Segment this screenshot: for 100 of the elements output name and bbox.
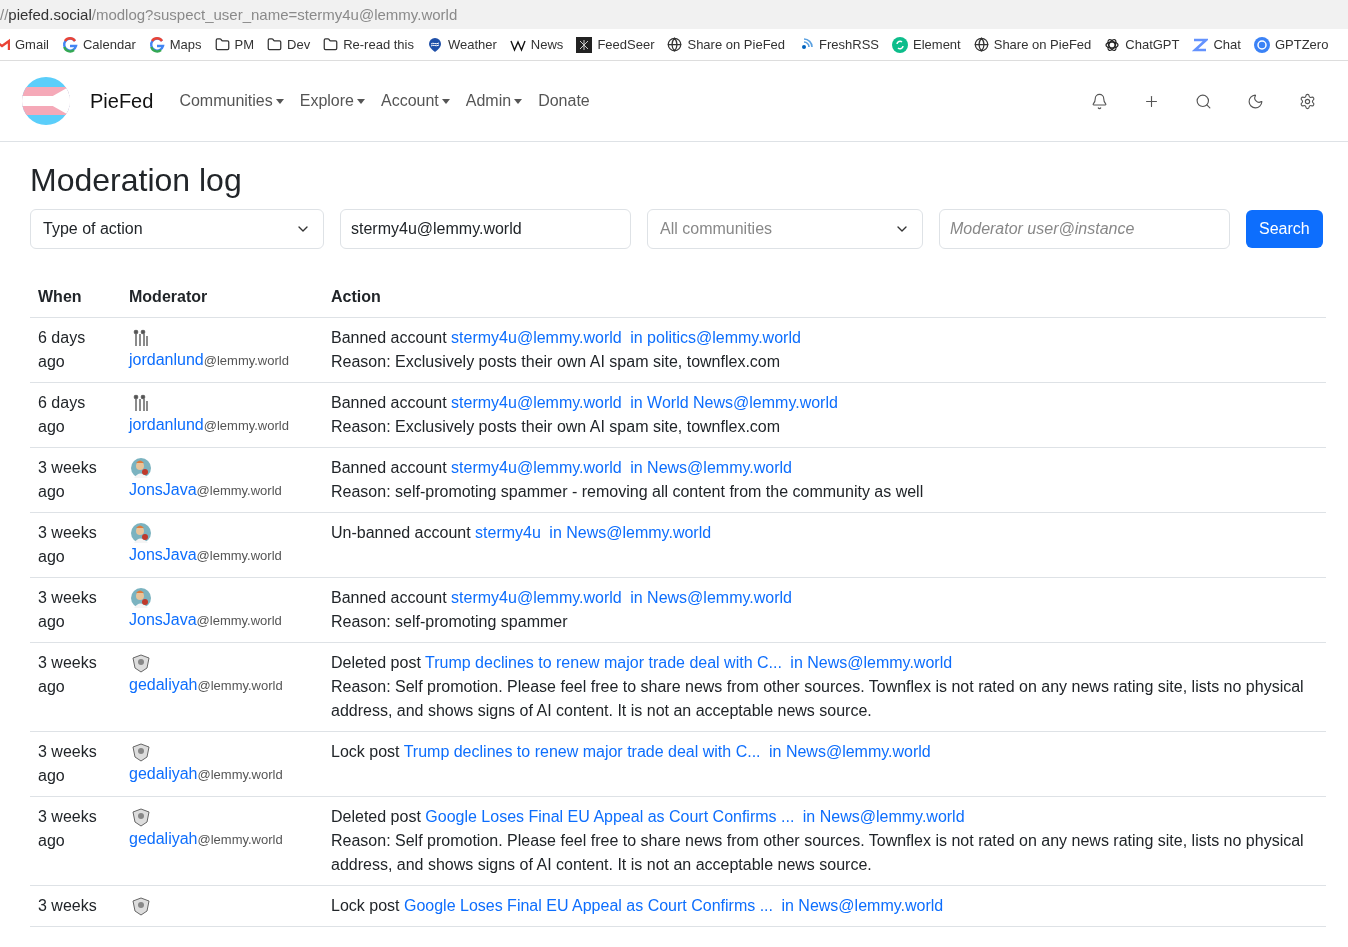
nav-menu-link[interactable]: Communities [179, 92, 284, 110]
element-logo-icon [892, 36, 908, 53]
page-title: Moderation log [30, 162, 243, 199]
time-text: 3 weeks ago [38, 808, 97, 849]
bookmark-link[interactable]: Dev [267, 37, 311, 52]
community-link[interactable]: in News@lemmy.world [781, 897, 944, 914]
target-link[interactable]: stermy4u@lemmy.world [451, 459, 622, 476]
time-text: 3 weeks ago [38, 654, 97, 695]
bookmark-link[interactable]: Calendar [61, 36, 136, 53]
time-text: 3 weeks ago [38, 524, 97, 565]
action-text: Banned account [331, 329, 447, 346]
time-text: 3 weeks ago [38, 459, 97, 500]
moderator-link[interactable]: gedaliyah [129, 765, 198, 782]
community-select[interactable]: All communities [647, 209, 923, 249]
instance-text: @lemmy.world [196, 548, 282, 563]
community-link[interactable]: in News@lemmy.world [802, 808, 965, 825]
instance-text: @lemmy.world [203, 418, 289, 433]
avatar-icon [131, 807, 151, 827]
bookmark-link[interactable]: ChatGPT [1104, 36, 1180, 53]
feed-logo-icon [576, 36, 593, 53]
target-link[interactable]: stermy4u [475, 524, 541, 541]
moderator-link[interactable]: jordanlund [129, 351, 204, 368]
community-link[interactable]: in News@lemmy.world [549, 524, 712, 541]
bookmark-link[interactable]: Maps [148, 36, 202, 53]
moderator-link[interactable]: JonsJava [129, 546, 197, 563]
reason-text: Reason: Exclusively posts their own AI spam site, townflex.com [331, 417, 782, 437]
avatar-icon [131, 896, 151, 916]
moderator-field[interactable]: Moderator user@instance [939, 209, 1230, 249]
reason-text: Reason: Self promotion. Please feel free to share news from other sources. Townflex is not rated on any news rating site, lists no physical address, and shows signs of AI content. It is not an acceptable news source. [331, 831, 1305, 875]
avatar-icon [131, 588, 151, 608]
time-text: 3 weeks [38, 897, 97, 914]
community-link[interactable]: in News@lemmy.world [769, 743, 931, 760]
folder-icon [323, 37, 339, 52]
bookmark-link[interactable]: PM [214, 37, 254, 52]
target-link[interactable]: Trump declines to renew major trade deal with C... [425, 654, 782, 671]
bookmark-link[interactable]: GPTZero [1253, 36, 1329, 53]
bookmark-link[interactable]: FeedSeer [576, 36, 655, 53]
google-logo-icon [148, 36, 165, 53]
address-bar[interactable]: //piefed.social/modlog?suspect_user_name=stermy4u@lemmy.world [0, 0, 1348, 29]
reason-text: Reason: Exclusively posts their own AI spam site, townflex.com [331, 352, 782, 372]
bookmark-link[interactable]: Chat [1192, 36, 1241, 53]
bookmark-link[interactable]: FreshRSS [798, 36, 879, 53]
instance-text: @lemmy.world [197, 832, 283, 847]
avatar-icon [131, 653, 151, 673]
avatar-icon [131, 328, 151, 348]
moderator-link[interactable]: JonsJava [129, 611, 197, 628]
bell-icon [1090, 92, 1108, 110]
reason-text: Reason: self-promoting spammer [331, 612, 569, 632]
community-link[interactable]: in politics@lemmy.world [630, 329, 801, 346]
bookmark-link[interactable]: Gmail [0, 36, 49, 53]
time-text: 6 days ago [38, 329, 86, 370]
bookmark-link[interactable]: Share on PieFed [973, 37, 1092, 52]
reason-text: Reason: self-promoting spammer - removing all content from the community as well [331, 482, 925, 502]
target-link[interactable]: stermy4u@lemmy.world [451, 394, 622, 411]
action-text: Un-banned account [331, 524, 471, 541]
moderator-link[interactable]: jordanlund [129, 416, 204, 433]
moderator-link[interactable]: gedaliyah [129, 830, 198, 847]
nav-menu-link[interactable]: Admin [465, 92, 523, 110]
action-text: Deleted post [331, 654, 421, 671]
bookmark-link[interactable]: Element [892, 36, 961, 53]
community-link[interactable]: in World News@lemmy.world [630, 394, 838, 411]
nav-menu-link[interactable]: Account [381, 92, 450, 110]
action-text: Deleted post [331, 808, 421, 825]
zigzag-logo-icon [1192, 36, 1209, 53]
bookmark-link[interactable]: Share on PieFed [667, 37, 786, 52]
instance-text: @lemmy.world [197, 767, 283, 782]
bookmark-link[interactable]: Weather [426, 36, 497, 53]
weather-logo-icon [426, 36, 443, 53]
instance-text: @lemmy.world [203, 353, 289, 368]
google-logo-icon [61, 36, 78, 53]
globe-icon [973, 37, 989, 52]
nav-menu-link[interactable]: Explore [299, 92, 365, 110]
target-link[interactable]: Trump declines to renew major trade deal with C... [403, 743, 761, 760]
target-link[interactable]: Google Loses Final EU Appeal as Court Confirms ... [425, 808, 795, 825]
moderator-link[interactable]: JonsJava [129, 481, 197, 498]
action-type-select[interactable]: Type of action [30, 209, 324, 249]
action-text: Banned account [331, 394, 447, 411]
suspect-field[interactable]: stermy4u@lemmy.world [340, 209, 631, 249]
avatar-icon [131, 523, 151, 543]
reason-text: Reason: Self promotion. Please feel free to share news from other sources. Townflex is not rated on any news rating site, lists no physical address, and shows signs of AI content. It is not an acceptable news source. [331, 677, 1305, 721]
column-header: Action [331, 288, 381, 305]
target-link[interactable]: Google Loses Final EU Appeal as Court Confirms ... [403, 897, 773, 914]
folder-icon [267, 37, 282, 52]
nav-menu-link[interactable]: Donate [538, 92, 590, 110]
avatar-icon [131, 393, 151, 413]
community-link[interactable]: in News@lemmy.world [630, 459, 792, 476]
target-link[interactable]: stermy4u@lemmy.world [451, 589, 622, 606]
time-text: 3 weeks ago [38, 743, 97, 784]
search-button[interactable]: Search [1246, 210, 1323, 248]
target-link[interactable]: stermy4u@lemmy.world [451, 329, 622, 346]
community-link[interactable]: in News@lemmy.world [630, 589, 792, 606]
instance-text: @lemmy.world [197, 678, 283, 693]
action-text: Banned account [331, 589, 447, 606]
community-link[interactable]: in News@lemmy.world [790, 654, 953, 671]
settings-icon [1298, 92, 1316, 110]
bookmark-link[interactable]: Re-read this [323, 37, 414, 52]
moderator-link[interactable]: gedaliyah [129, 676, 198, 693]
bookmark-link[interactable]: News [509, 36, 564, 53]
moon-icon [1246, 92, 1264, 110]
brand-link[interactable]: PieFed [90, 89, 154, 113]
